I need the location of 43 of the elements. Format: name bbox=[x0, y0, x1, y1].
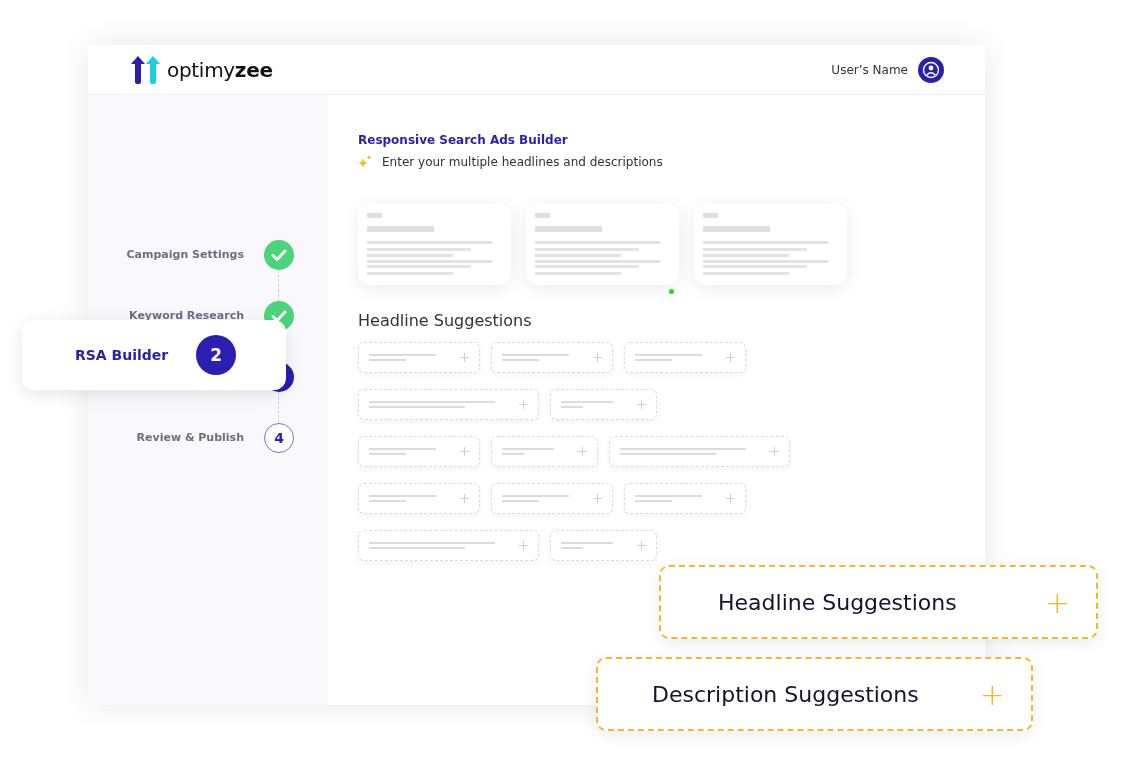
plus-icon bbox=[593, 494, 602, 503]
step-label[interactable]: Campaign Settings bbox=[126, 248, 244, 261]
user-avatar-icon[interactable] bbox=[918, 56, 944, 83]
section-heading: Headline Suggestions bbox=[358, 311, 533, 330]
step-label[interactable]: Review & Publish bbox=[136, 431, 244, 444]
current-step-label: RSA Builder bbox=[75, 347, 169, 363]
suggestion-chip[interactable] bbox=[358, 389, 539, 420]
step-number: 4 bbox=[264, 422, 294, 453]
suggestion-chip[interactable] bbox=[609, 436, 790, 467]
page-title: Responsive Search Ads Builder bbox=[358, 133, 569, 147]
brand-name: optimyzee bbox=[167, 57, 273, 82]
plus-icon bbox=[726, 494, 735, 503]
plus-icon bbox=[770, 447, 779, 456]
suggestion-chip[interactable] bbox=[624, 483, 746, 514]
plus-icon bbox=[460, 353, 469, 362]
suggestion-chip[interactable] bbox=[550, 389, 657, 420]
suggestion-chip[interactable] bbox=[358, 483, 480, 514]
suggestion-chip[interactable] bbox=[491, 436, 598, 467]
suggestion-button[interactable]: Description Suggestions + bbox=[596, 657, 1033, 731]
user-name: User’s Name bbox=[831, 62, 908, 77]
plus-icon bbox=[726, 353, 735, 362]
subtitle: Enter your multiple headlines and descriptions bbox=[382, 155, 663, 169]
plus-icon bbox=[637, 541, 646, 550]
suggestion-chip[interactable] bbox=[624, 342, 746, 373]
suggestion-button[interactable]: Headline Suggestions + bbox=[659, 565, 1098, 639]
step-label[interactable]: Keyword Research bbox=[129, 309, 244, 322]
plus-icon bbox=[593, 353, 602, 362]
plus-icon bbox=[578, 447, 587, 456]
sparkle-icon bbox=[358, 155, 372, 169]
arrows-logo-icon bbox=[131, 55, 161, 84]
suggestion-chip[interactable] bbox=[358, 530, 539, 561]
plus-icon bbox=[519, 400, 528, 409]
suggestion-chip[interactable] bbox=[550, 530, 657, 561]
plus-icon bbox=[519, 541, 528, 550]
suggestion-chip[interactable] bbox=[491, 342, 613, 373]
suggestion-chip[interactable] bbox=[491, 483, 613, 514]
suggestion-chip[interactable] bbox=[358, 436, 480, 467]
suggestion-chip[interactable] bbox=[358, 342, 480, 373]
status-dot bbox=[669, 289, 674, 294]
step-number: 2 bbox=[196, 335, 237, 375]
plus-icon bbox=[637, 400, 646, 409]
plus-icon bbox=[460, 494, 469, 503]
plus-icon bbox=[460, 447, 469, 456]
